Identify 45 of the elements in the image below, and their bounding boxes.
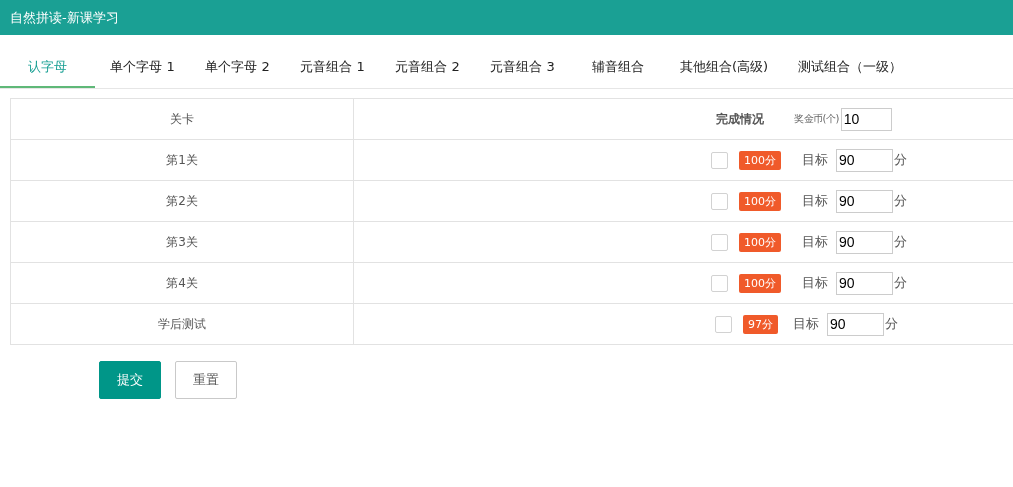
target-field[interactable]: 90 xyxy=(836,271,893,295)
table-cell: 第3关 xyxy=(166,233,198,251)
target-field[interactable]: 90 xyxy=(827,312,884,336)
unit-label: 分 xyxy=(885,315,898,333)
score-badge: 100分 xyxy=(739,232,781,252)
target-label: 目标 xyxy=(802,151,828,169)
target-label: 目标 xyxy=(793,315,819,333)
target-label: 目标 xyxy=(802,233,828,251)
score-badge: 100分 xyxy=(739,191,781,211)
reset-button[interactable]: 重置 xyxy=(175,361,237,399)
tab[interactable]: 其他组合(高级) xyxy=(665,47,784,88)
checkbox[interactable] xyxy=(711,233,728,251)
table-cell: 第1关 xyxy=(166,151,198,169)
score-badge: 100分 xyxy=(739,150,781,170)
table-cell: 第2关 xyxy=(166,192,198,210)
unit-label: 分 xyxy=(894,274,907,292)
unit-label: 分 xyxy=(894,151,907,169)
table-cell: 学后测试 xyxy=(158,315,206,333)
unit-label: 分 xyxy=(894,192,907,210)
target-field[interactable]: 90 xyxy=(836,189,893,213)
checkbox[interactable] xyxy=(711,274,728,292)
checkbox[interactable] xyxy=(715,315,732,333)
table-cell: 第4关 xyxy=(166,274,198,292)
target-label: 目标 xyxy=(802,274,828,292)
checkbox[interactable] xyxy=(711,151,728,169)
tab[interactable]: 元音组合 2 xyxy=(380,47,475,88)
score-badge: 97分 xyxy=(743,314,778,334)
tab[interactable]: 元音组合 3 xyxy=(475,47,570,88)
target-field[interactable]: 90 xyxy=(836,148,893,172)
tab[interactable]: 单个字母 2 xyxy=(190,47,285,88)
reward-field[interactable]: 10 xyxy=(840,107,892,131)
reward-label: 奖金币(个) xyxy=(794,112,839,126)
window-title: 自然拼读-新课学习 xyxy=(10,8,119,27)
tab[interactable]: 测试组合（一级） xyxy=(783,47,918,88)
checkbox[interactable] xyxy=(711,192,728,210)
column-header: 关卡 xyxy=(170,110,194,128)
submit-button[interactable]: 提交 xyxy=(99,361,161,399)
tab[interactable]: 辅音组合 xyxy=(570,47,665,88)
target-label: 目标 xyxy=(802,192,828,210)
target-field[interactable]: 90 xyxy=(836,230,893,254)
tab[interactable]: 单个字母 1 xyxy=(95,47,190,88)
score-badge: 100分 xyxy=(739,273,781,293)
unit-label: 分 xyxy=(894,233,907,251)
column-header: 完成情况 xyxy=(716,110,764,128)
tab[interactable]: 元音组合 1 xyxy=(285,47,380,88)
